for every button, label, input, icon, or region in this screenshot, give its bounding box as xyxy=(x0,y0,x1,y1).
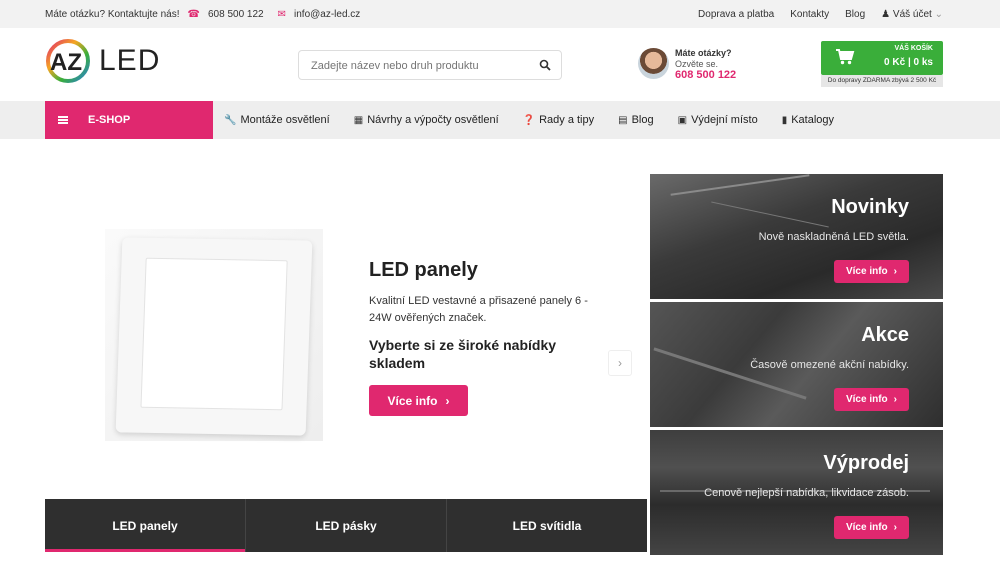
phone-icon: ☎ xyxy=(187,8,200,20)
cart-button[interactable]: VÁŠ KOŠÍK 0 Kč | 0 ks xyxy=(821,41,943,75)
promo-sale[interactable]: Akce Časově omezené akční nabídky. Více … xyxy=(650,302,943,427)
tab-led-strips[interactable]: LED pásky xyxy=(246,499,447,552)
logo-text: LED xyxy=(99,44,161,77)
nav-item-catalogs[interactable]: ▮ Katalogy xyxy=(782,114,834,126)
promo-button-label: Více info xyxy=(845,522,888,533)
contact-call-label: Ozvěte se. xyxy=(675,59,719,69)
top-bar-contact: Máte otázku? Kontaktujte nás! ☎ 608 500 … xyxy=(45,0,368,28)
az-logo-icon: AZ xyxy=(46,39,90,83)
eshop-label: E-SHOP xyxy=(88,114,131,126)
top-email-link[interactable]: info@az-led.cz xyxy=(294,9,360,20)
free-shipping-note: Do dopravy ZDARMA zbývá 2 500 Kč xyxy=(821,75,943,87)
nav-item-label: Výdejní místo xyxy=(691,114,758,126)
logo[interactable]: AZ LED xyxy=(45,38,165,84)
chevron-right-icon: › xyxy=(893,522,898,533)
user-icon: ♟ xyxy=(881,8,891,20)
account-label: Váš účet xyxy=(892,8,932,20)
promo-button-label: Více info xyxy=(845,266,888,277)
nav-item-tips[interactable]: ❓ Rady a tipy xyxy=(523,114,594,126)
contact-phone[interactable]: 608 500 122 xyxy=(675,69,736,81)
category-tabs: LED panely LED pásky LED svítidla xyxy=(45,499,647,552)
nav-item-label: Katalogy xyxy=(791,114,835,126)
hamburger-icon xyxy=(58,116,68,124)
slider-next-button[interactable]: › xyxy=(608,350,632,376)
promo-description: Časově omezené akční nabídky. xyxy=(750,359,909,371)
promo-button-label: Více info xyxy=(845,394,888,405)
contact-question: Máte otázku? Kontaktujte nás! xyxy=(45,8,180,20)
slide-button-label: Více info xyxy=(387,393,438,408)
promo-clearance[interactable]: Výprodej Cenově nejlepší nabídka, likvid… xyxy=(650,430,943,555)
svg-text:AZ: AZ xyxy=(50,49,82,76)
cart-icon xyxy=(836,49,855,65)
wrench-icon: 🔧 xyxy=(224,114,237,126)
calculator-icon: ▦ xyxy=(353,114,364,126)
nav-item-blog[interactable]: ▤ Blog xyxy=(618,114,653,126)
promo-title: Výprodej xyxy=(823,452,909,474)
envelope-icon: ✉ xyxy=(277,8,287,20)
nav-items: 🔧 Montáže osvětlení ▦ Návrhy a výpočty o… xyxy=(224,101,858,139)
led-panel-image xyxy=(105,229,323,441)
promo-description: Cenově nejlepší nabídka, likvidace zásob… xyxy=(704,487,909,499)
contact-box: Máte otázky? Ozvěte se. 608 500 122 xyxy=(638,48,778,84)
chevron-right-icon: › xyxy=(893,394,898,405)
question-icon: ❓ xyxy=(522,114,536,126)
promo-more-info-button[interactable]: Více info › xyxy=(834,516,909,539)
slide-subtitle: Vyberte si ze široké nabídky skladem xyxy=(369,337,557,371)
tab-led-lights[interactable]: LED svítidla xyxy=(447,499,647,552)
chevron-right-icon: › xyxy=(618,356,622,370)
nav-item-label: Rady a tipy xyxy=(539,114,595,126)
nav-item-label: Montáže osvětlení xyxy=(240,114,330,126)
chevron-right-icon: › xyxy=(893,266,898,277)
contact-question-label: Máte otázky? xyxy=(675,48,732,58)
box-icon: ▣ xyxy=(677,114,688,126)
main-nav: E-SHOP 🔧 Montáže osvětlení ▦ Návrhy a vý… xyxy=(0,101,1000,139)
top-bar: Máte otázku? Kontaktujte nás! ☎ 608 500 … xyxy=(0,0,1000,28)
link-contacts[interactable]: Kontakty xyxy=(790,9,829,20)
promo-more-info-button[interactable]: Více info › xyxy=(834,260,909,283)
account-menu[interactable]: ♟ Váš účet ⌄ xyxy=(881,9,943,20)
search-input[interactable] xyxy=(311,57,531,75)
nav-item-label: Návrhy a výpočty osvětlení xyxy=(367,114,499,126)
panel-frame xyxy=(115,237,313,436)
top-phone-link[interactable]: 608 500 122 xyxy=(208,9,264,20)
nav-item-label: Blog xyxy=(631,114,654,126)
link-shipping[interactable]: Doprava a platba xyxy=(698,9,774,20)
chevron-right-icon: › xyxy=(445,393,450,408)
link-blog[interactable]: Blog xyxy=(845,9,865,20)
cart-title: VÁŠ KOŠÍK xyxy=(894,45,933,52)
tab-led-panels[interactable]: LED panely xyxy=(45,499,246,552)
promo-title: Akce xyxy=(861,324,909,346)
hero-slider: LED panely Kvalitní LED vestavné a přisa… xyxy=(45,174,647,499)
search-icon[interactable] xyxy=(539,59,551,71)
book-icon: ▮ xyxy=(781,114,788,126)
panel-inner xyxy=(140,257,288,411)
promo-description: Nově naskladněná LED světla. xyxy=(758,231,909,243)
top-bar-links: Doprava a platba Kontakty Blog ♟ Váš úče… xyxy=(682,0,943,28)
newspaper-icon: ▤ xyxy=(618,114,628,126)
cart-summary: 0 Kč | 0 ks xyxy=(884,57,933,68)
chevron-down-icon: ⌄ xyxy=(934,8,943,20)
nav-item-installation[interactable]: 🔧 Montáže osvětlení xyxy=(224,114,330,126)
eshop-menu-button[interactable]: E-SHOP xyxy=(45,101,213,139)
nav-item-pickup[interactable]: ▣ Výdejní místo xyxy=(678,114,758,126)
search-box[interactable] xyxy=(298,50,562,80)
slide-more-info-button[interactable]: Více info › xyxy=(369,385,468,416)
header: AZ LED Máte otázky? Ozvěte se. 608 500 1… xyxy=(0,28,1000,101)
slide-description: Kvalitní LED vestavné a přisazené panely… xyxy=(369,295,588,324)
promo-news[interactable]: Novinky Nově naskladněná LED světla. Víc… xyxy=(650,174,943,299)
promo-more-info-button[interactable]: Více info › xyxy=(834,388,909,411)
nav-item-design[interactable]: ▦ Návrhy a výpočty osvětlení xyxy=(354,114,499,126)
promo-title: Novinky xyxy=(831,196,909,218)
avatar xyxy=(638,48,669,79)
slide-title: LED panely xyxy=(369,259,478,281)
